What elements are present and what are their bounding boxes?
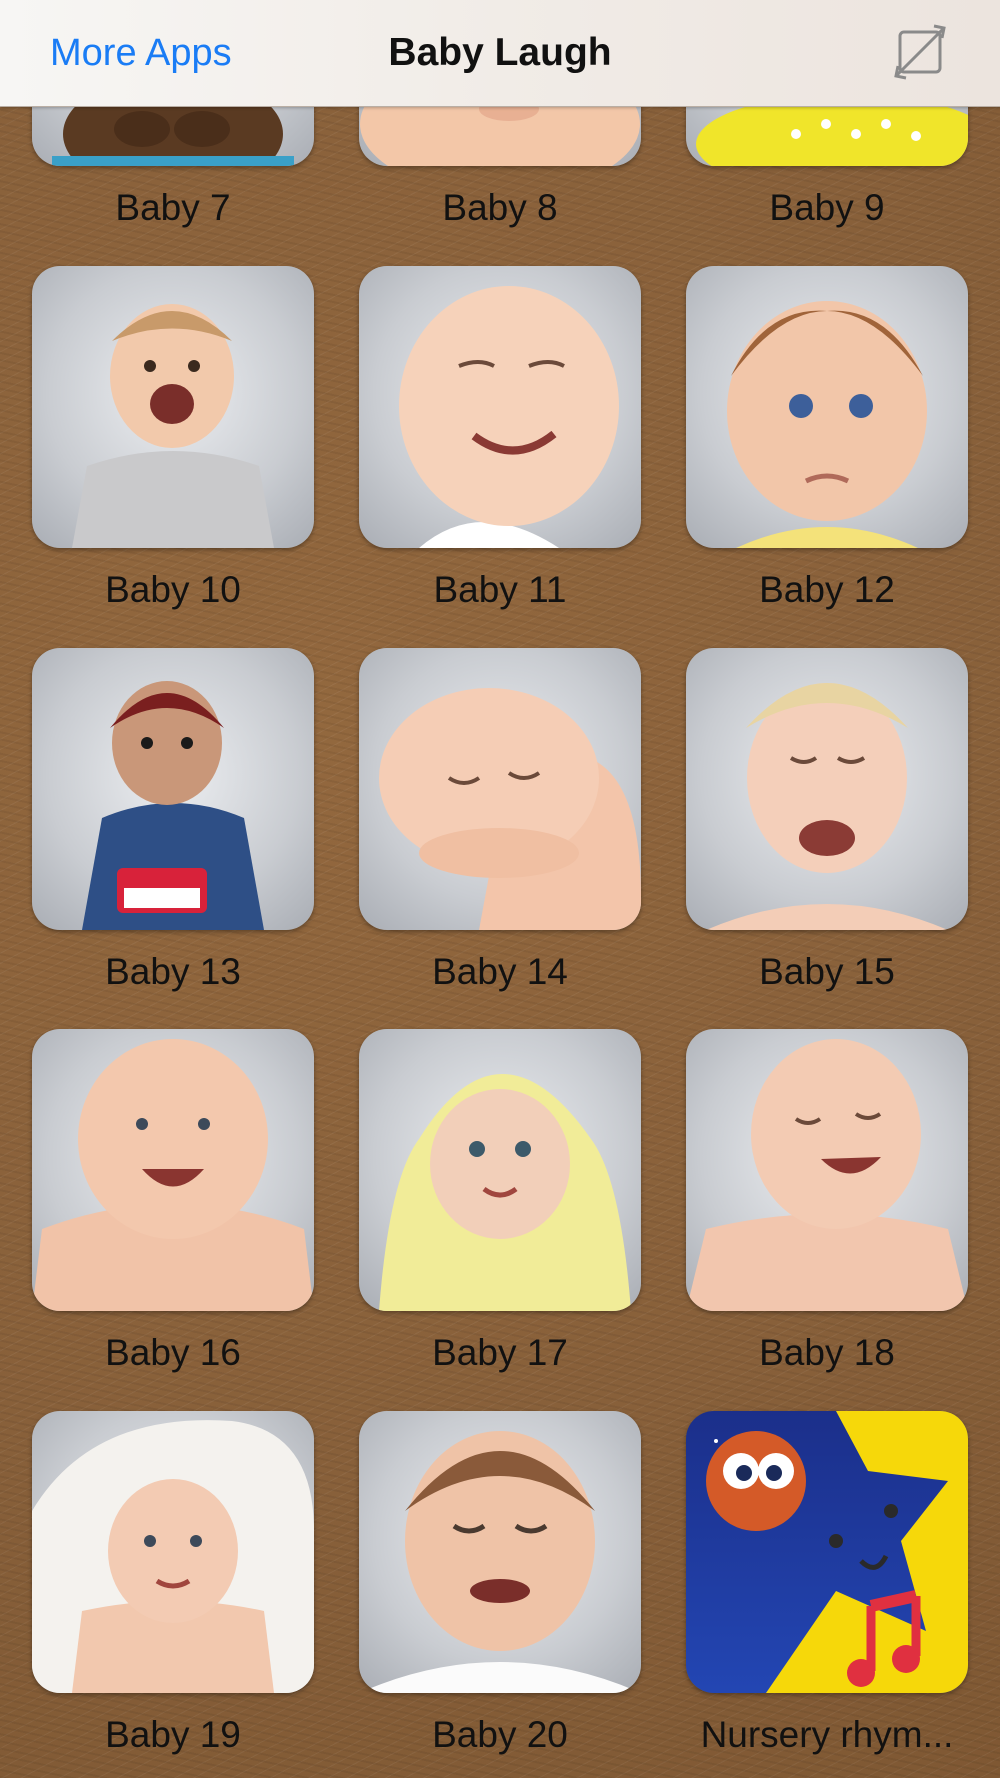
page-title: Baby Laugh xyxy=(388,31,612,74)
grid-item-label: Baby 11 xyxy=(433,569,567,610)
grid-item-label: Baby 7 xyxy=(115,187,231,228)
grid-item-label: Baby 16 xyxy=(105,1332,241,1373)
grid-item-label: Baby 8 xyxy=(442,187,558,228)
nursery-rhymes-thumbnail[interactable] xyxy=(686,1411,968,1693)
grid-item-label: Baby 18 xyxy=(759,1332,895,1373)
baby-15-thumbnail[interactable] xyxy=(686,648,968,930)
baby-19-thumbnail[interactable] xyxy=(32,1411,314,1693)
grid-item-label: Baby 14 xyxy=(432,951,568,992)
baby-grid: Baby 7 Baby 8 Baby 9 Baby 10 Baby 11 Bab… xyxy=(0,0,1000,1778)
grid-item-label: Nursery rhym... xyxy=(700,1714,954,1755)
grid-item-label: Baby 10 xyxy=(105,569,241,610)
baby-20-thumbnail[interactable] xyxy=(359,1411,641,1693)
navigation-bar: More Apps Baby Laugh xyxy=(0,0,1000,107)
grid-item-label: Baby 12 xyxy=(759,569,895,610)
grid-item-label: Baby 19 xyxy=(105,1714,241,1755)
grid-item-label: Baby 17 xyxy=(432,1332,568,1373)
baby-13-thumbnail[interactable] xyxy=(32,648,314,930)
baby-16-thumbnail[interactable] xyxy=(32,1029,314,1311)
baby-10-thumbnail[interactable] xyxy=(32,266,314,548)
baby-17-thumbnail[interactable] xyxy=(359,1029,641,1311)
grid-item-label: Baby 15 xyxy=(759,951,895,992)
baby-18-thumbnail[interactable] xyxy=(686,1029,968,1311)
grid-item-label: Baby 9 xyxy=(769,187,885,228)
baby-12-thumbnail[interactable] xyxy=(686,266,968,548)
rotate-lock-icon[interactable] xyxy=(890,22,950,82)
baby-14-thumbnail[interactable] xyxy=(359,648,641,930)
baby-11-thumbnail[interactable] xyxy=(359,266,641,548)
grid-item-label: Baby 20 xyxy=(432,1714,568,1755)
more-apps-button[interactable]: More Apps xyxy=(50,30,232,76)
grid-item-label: Baby 13 xyxy=(105,951,241,992)
